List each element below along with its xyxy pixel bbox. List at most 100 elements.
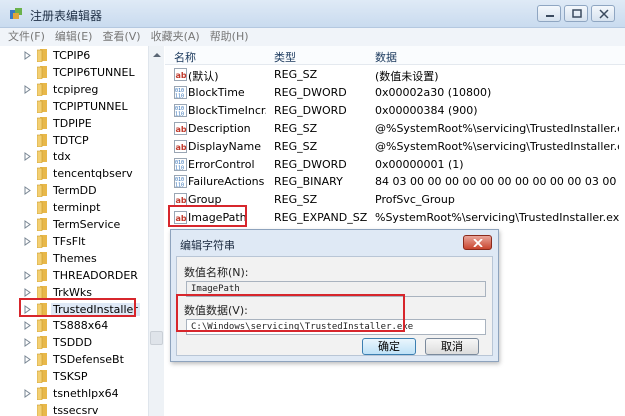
folder-icon [37, 49, 47, 62]
tree-item[interactable]: tcpipreg [0, 81, 148, 98]
expand-arrow-icon[interactable] [24, 51, 32, 60]
folder-icon [37, 387, 47, 400]
value-name-cell: (默认) [188, 70, 219, 83]
folder-icon [37, 268, 47, 282]
svg-text:ab: ab [176, 196, 187, 205]
value-data-highlight [176, 294, 405, 332]
tree-item[interactable]: terminpt [0, 199, 148, 216]
svg-text:110: 110 [175, 165, 184, 171]
menu-view[interactable]: 查看(V) [102, 28, 140, 46]
tree-item[interactable]: Themes [0, 250, 148, 267]
tree-item[interactable]: TDTCP [0, 132, 148, 149]
value-row[interactable]: 010 110 ErrorControl REG_DWORD 0x00000001 (1… [165, 156, 625, 174]
tree-item[interactable]: TSDDD [0, 334, 148, 351]
value-name-cell: BlockTime [188, 85, 245, 99]
scroll-up-arrow-icon[interactable] [153, 52, 161, 58]
menu-favorites[interactable]: 收藏夹(A) [151, 28, 200, 46]
tree-item-label: TSDefenseBt [53, 353, 124, 367]
svg-text:110: 110 [175, 183, 184, 189]
tree-item[interactable]: TCPIP6 [0, 47, 148, 64]
expand-arrow-icon[interactable] [24, 270, 32, 280]
tree-item[interactable]: tdx [0, 148, 148, 165]
tree-item[interactable]: THREADORDER [0, 267, 148, 284]
tree-item[interactable]: TermService [0, 216, 148, 233]
value-data-cell: %SystemRoot%\servicing\TrustedInstaller.… [375, 211, 619, 225]
expand-arrow-icon[interactable] [24, 236, 32, 246]
column-header-data[interactable]: 数据 [375, 49, 397, 65]
scrollbar-thumb[interactable] [150, 331, 163, 345]
tree-item[interactable]: TCPIP6TUNNEL [0, 64, 148, 81]
value-type-cell: REG_EXPAND_SZ [274, 211, 368, 225]
binary-value-icon: 010110 [174, 157, 187, 171]
tree-item[interactable]: TSKSP [0, 368, 148, 385]
tree-item[interactable]: TCPIPTUNNEL [0, 98, 148, 115]
tree-item-label: TS888x64 [53, 319, 109, 333]
folder-icon [37, 336, 47, 350]
maximize-button[interactable] [564, 5, 588, 22]
tree-item[interactable]: TermDD [0, 182, 148, 199]
tree-item-label: terminpt [53, 201, 101, 215]
value-data-cell: ProfSvc_Group [375, 193, 455, 207]
expand-arrow-icon[interactable] [24, 186, 32, 196]
svg-text:ab: ab [176, 143, 187, 152]
value-type-cell: REG_SZ [274, 68, 318, 81]
value-row[interactable]: 010 110 BlockTime REG_DWORD 0x00002a30 (1080… [165, 84, 625, 102]
expand-arrow-icon[interactable] [24, 321, 32, 331]
minimize-button[interactable] [537, 5, 561, 22]
expand-arrow-icon[interactable] [24, 220, 32, 229]
value-data-cell: 0x00002a30 (10800) [375, 85, 492, 99]
value-data-cell: @%SystemRoot%\servicing\TrustedInstaller… [375, 121, 619, 135]
window-title: 注册表编辑器 [30, 9, 103, 23]
cancel-button[interactable]: 取消 [425, 338, 479, 355]
tree-item-label: tencentqbserv [53, 167, 133, 181]
value-row[interactable]: 010 110 FailureActions REG_BINARY 84 03 00 0… [165, 173, 625, 191]
value-row[interactable]: 010110BlockTimeIncr... REG_DWORD 0x0000038… [165, 102, 625, 120]
folder-icon [37, 116, 47, 130]
expand-arrow-icon[interactable] [24, 338, 32, 348]
tree-item[interactable]: tencentqbserv [0, 165, 148, 182]
tree-item[interactable]: tsnethlpx64 [0, 385, 148, 402]
menu-file[interactable]: 文件(F) [8, 28, 45, 46]
expand-arrow-icon[interactable] [24, 152, 32, 162]
binary-value-icon: 010110 [174, 103, 187, 117]
tree-item[interactable]: TFsFlt [0, 233, 148, 250]
tree-item-label: TDPIPE [53, 116, 92, 130]
close-window-button[interactable] [591, 5, 615, 22]
menu-bar: 文件(F) 编辑(E) 查看(V) 收藏夹(A) 帮助(H) [0, 28, 625, 46]
expand-arrow-icon[interactable] [24, 84, 32, 94]
expand-arrow-icon[interactable] [24, 389, 32, 398]
minimize-icon [546, 15, 554, 17]
tree-item-label: tcpipreg [53, 82, 99, 96]
tree-item[interactable]: TS888x64 [0, 317, 148, 334]
tree-item-label: Themes [53, 251, 97, 265]
menu-help[interactable]: 帮助(H) [210, 28, 249, 46]
regedit-app-icon [10, 8, 22, 19]
value-row[interactable]: ab DisplayName REG_SZ @%SystemRoot%\servici… [165, 138, 625, 156]
tree-item-label: TSDDD [53, 336, 93, 350]
value-name-cell: BlockTimeIncr... [188, 103, 266, 117]
expand-arrow-icon[interactable] [24, 355, 32, 365]
selected-key-highlight [19, 298, 136, 317]
ok-button[interactable]: 确定 [362, 338, 416, 355]
column-header-type[interactable]: 类型 [274, 49, 296, 65]
tree-scrollbar[interactable] [148, 46, 164, 416]
value-row[interactable]: ab Description REG_SZ @%SystemRoot%\servici… [165, 120, 625, 138]
tree-item[interactable]: TDPIPE [0, 115, 148, 132]
registry-tree[interactable]: TCPIP6 TCPIP6TUNNEL tcpipreg TCPIPTUNNEL TDP… [0, 46, 148, 416]
svg-text:110: 110 [175, 93, 184, 99]
value-type-cell: REG_DWORD [274, 103, 347, 117]
menu-edit[interactable]: 编辑(E) [55, 28, 93, 46]
tree-item-label: tdx [53, 150, 71, 164]
dialog-close-button[interactable] [463, 235, 492, 250]
expand-arrow-icon[interactable] [24, 287, 32, 297]
close-icon [599, 9, 609, 19]
tree-item-label: TCPIPTUNNEL [53, 99, 128, 113]
column-header-name[interactable]: 名称 [174, 49, 196, 65]
folder-icon [37, 167, 47, 181]
close-icon [473, 239, 483, 247]
tree-item[interactable]: tssecsrv [0, 402, 148, 416]
binary-value-icon: 010110 [174, 175, 187, 189]
tree-item[interactable]: TSDefenseBt [0, 351, 148, 368]
value-row[interactable]: ab (默认) REG_SZ (数值未设置) [165, 66, 625, 84]
value-data-cell: 0x00000384 (900) [375, 103, 478, 117]
